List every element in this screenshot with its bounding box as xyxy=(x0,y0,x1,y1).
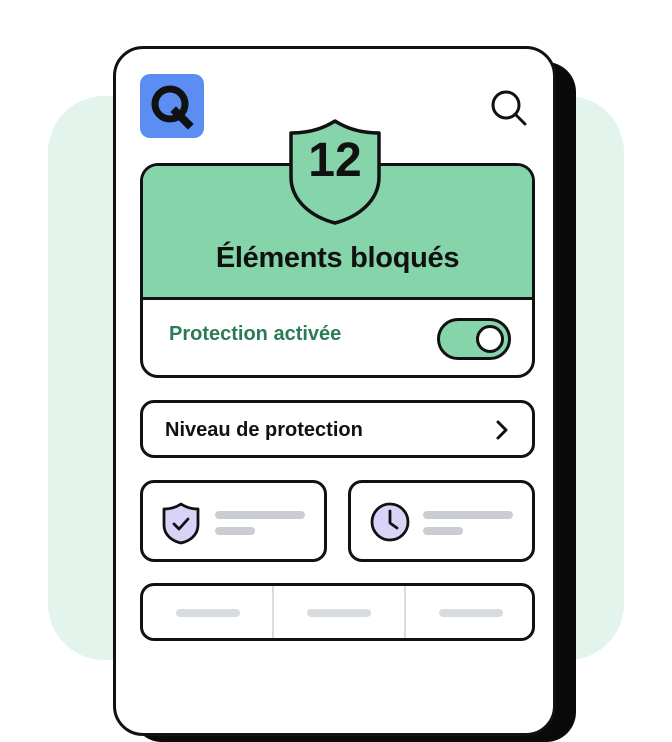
placeholder-line xyxy=(423,527,463,535)
app-logo[interactable] xyxy=(140,74,204,138)
toggle-knob xyxy=(476,325,504,353)
blocked-items-title: Éléments bloqués xyxy=(215,242,460,274)
placeholder-line xyxy=(215,511,305,519)
phone-frame: Éléments bloqués Protection activée 12 N… xyxy=(113,46,556,736)
search-button[interactable] xyxy=(488,87,530,129)
placeholder-line xyxy=(307,609,371,617)
q-logo-icon xyxy=(151,85,194,130)
chevron-right-icon xyxy=(496,420,508,440)
protection-toggle[interactable] xyxy=(437,318,511,360)
clock-icon xyxy=(370,502,410,542)
placeholder-line xyxy=(423,511,513,519)
segment-1[interactable] xyxy=(143,586,274,638)
placeholder-line xyxy=(215,527,255,535)
history-summary-card[interactable] xyxy=(348,480,535,562)
placeholder-line xyxy=(176,609,240,617)
bottom-segmented-row xyxy=(140,583,535,641)
placeholder-line xyxy=(439,609,503,617)
protection-status-label: Protection activée xyxy=(169,323,342,345)
segment-2[interactable] xyxy=(274,586,405,638)
search-icon xyxy=(491,90,527,126)
blocked-count: 12 xyxy=(308,134,362,187)
protection-level-label: Niveau de protection xyxy=(165,419,363,441)
protection-level-button[interactable]: Niveau de protection xyxy=(140,400,535,458)
security-summary-card[interactable] xyxy=(140,480,327,562)
segment-3[interactable] xyxy=(406,586,532,638)
shield-check-icon xyxy=(162,502,200,545)
